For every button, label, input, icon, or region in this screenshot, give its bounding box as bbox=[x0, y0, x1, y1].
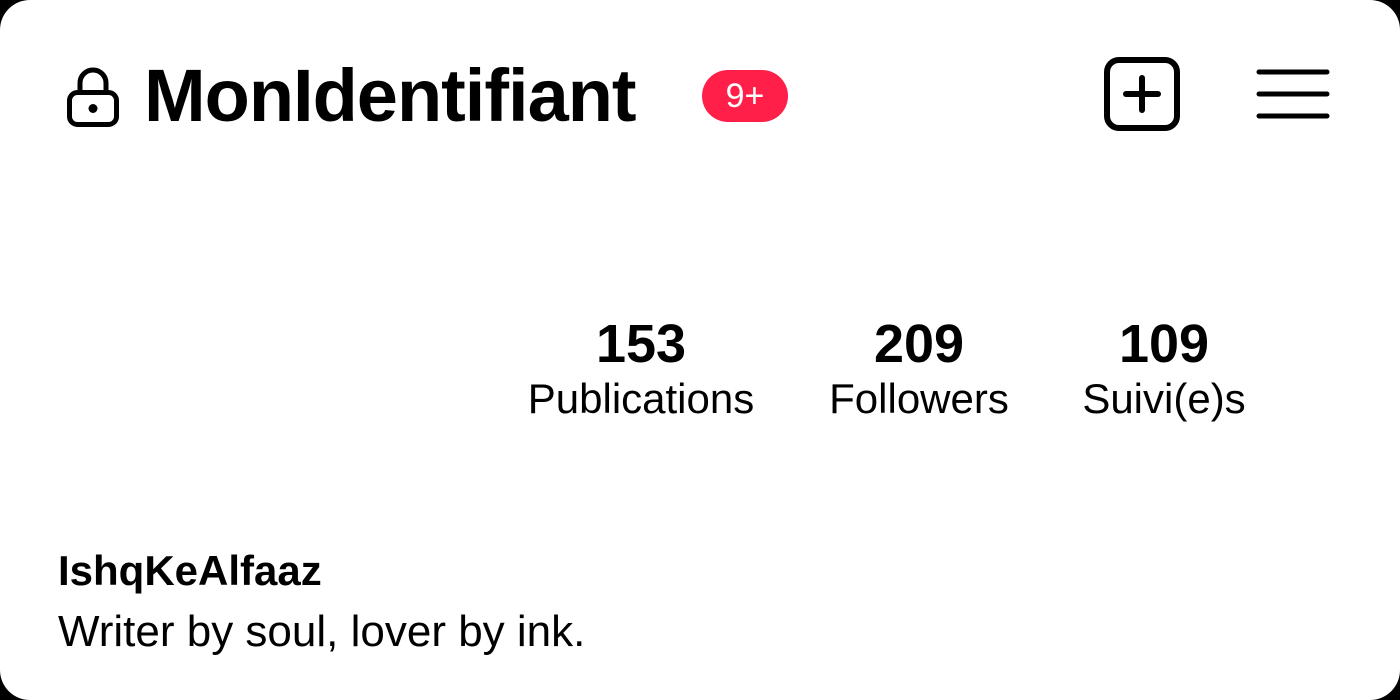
menu-button[interactable] bbox=[1256, 64, 1330, 124]
stat-label: Suivi(e)s bbox=[1082, 375, 1246, 422]
stat-value: 109 bbox=[1118, 314, 1210, 374]
profile-bio-section: IshqKeAlfaaz Writer by soul, lover by in… bbox=[58, 546, 1358, 660]
profile-header: MonIdentifiant 9+ bbox=[0, 0, 1400, 190]
profile-card: MonIdentifiant 9+ 153 Publications 209 F… bbox=[0, 0, 1400, 700]
stat-label: Followers bbox=[829, 375, 1009, 422]
create-post-button[interactable] bbox=[1102, 56, 1182, 132]
profile-stats: 153 Publications 209 Followers 109 Suivi… bbox=[0, 312, 1400, 432]
stat-following[interactable]: 109 Suivi(e)s bbox=[1068, 312, 1260, 422]
stat-value: 153 bbox=[595, 314, 687, 374]
hamburger-menu-icon bbox=[1256, 69, 1330, 119]
account-username[interactable]: MonIdentifiant bbox=[144, 54, 637, 138]
stat-followers[interactable]: 209 Followers bbox=[812, 312, 1026, 422]
notification-badge: 9+ bbox=[702, 70, 788, 122]
bio-text: Writer by soul, lover by ink. bbox=[58, 607, 586, 656]
stat-label: Publications bbox=[527, 375, 755, 422]
stat-publications[interactable]: 153 Publications bbox=[510, 312, 772, 422]
add-square-icon bbox=[1104, 57, 1180, 131]
display-name: IshqKeAlfaaz bbox=[58, 547, 322, 594]
lock-icon bbox=[67, 67, 119, 127]
stat-value: 209 bbox=[873, 314, 965, 374]
